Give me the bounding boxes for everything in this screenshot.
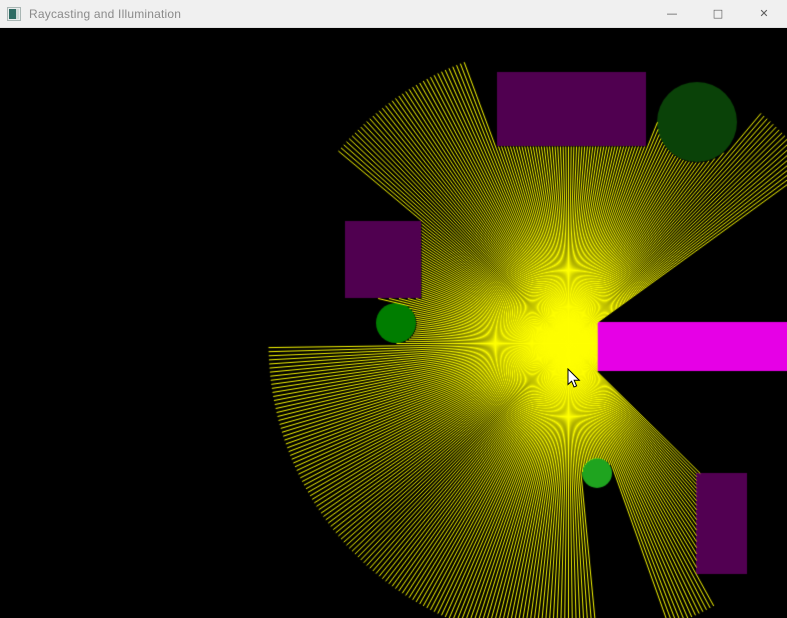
window-title: Raycasting and Illumination [29, 6, 182, 21]
maximize-button[interactable]: □ [695, 0, 741, 27]
raycasting-canvas[interactable] [0, 28, 787, 618]
minimize-button[interactable]: — [649, 0, 695, 27]
app-icon-left-pane [9, 8, 16, 19]
app-icon-right-pane [16, 8, 19, 19]
titlebar[interactable]: Raycasting and Illumination — □ ✕ [0, 0, 787, 28]
window-controls: — □ ✕ [649, 0, 787, 27]
app-icon[interactable] [7, 6, 21, 21]
app-content-area [0, 28, 787, 618]
close-button[interactable]: ✕ [741, 0, 787, 27]
